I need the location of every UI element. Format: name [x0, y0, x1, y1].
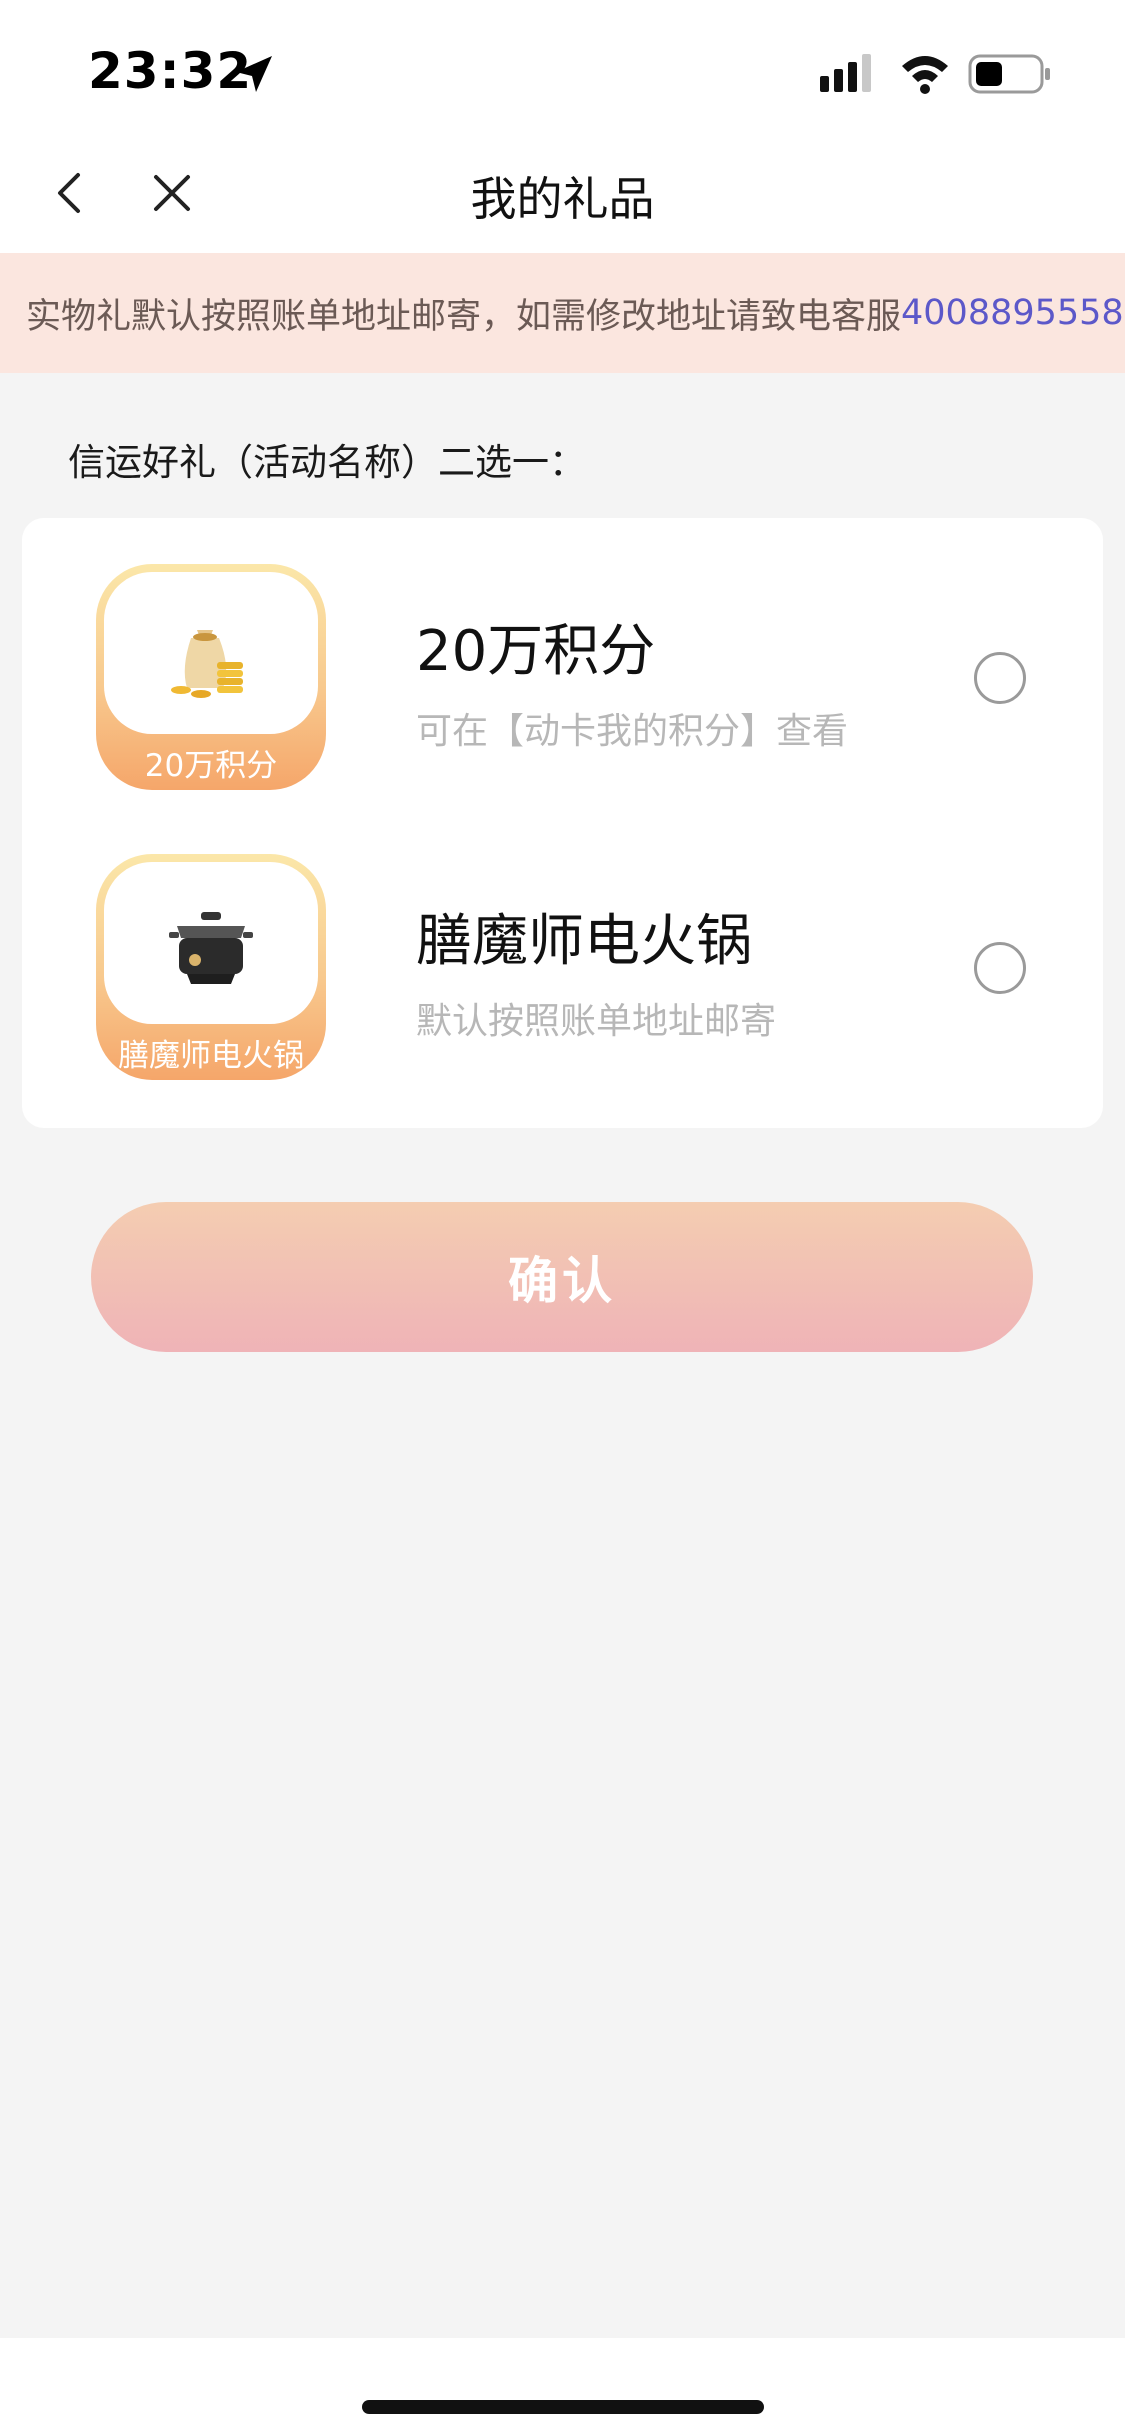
electric-hot-pot-icon: [169, 912, 253, 984]
home-indicator-area: [0, 2338, 1125, 2435]
cellular-signal-icon: [820, 54, 871, 92]
wifi-icon: [902, 56, 948, 94]
gift-options-card: 20万积分 20万积分 可在【动卡我的积分】查看 膳魔师电火锅 膳魔师电火锅 默…: [22, 518, 1103, 1128]
address-notice-banner: 实物礼默认按照账单地址邮寄，如需修改地址请致电客服 4008895558: [0, 253, 1125, 373]
gift-name: 膳魔师电火锅: [416, 909, 752, 974]
location-arrow-icon: [236, 56, 272, 92]
gift-thumbnail: 20万积分: [96, 564, 326, 790]
gift-option-hot-pot[interactable]: 膳魔师电火锅 膳魔师电火锅 默认按照账单地址邮寄: [22, 808, 1103, 1098]
gift-name: 20万积分: [416, 619, 656, 684]
status-bar: 23:32: [0, 0, 1125, 135]
confirm-button[interactable]: 确认: [91, 1202, 1033, 1352]
home-indicator[interactable]: [362, 2400, 764, 2414]
money-bag-coins-icon: [171, 630, 243, 698]
gift-description: 默认按照账单地址邮寄: [416, 1001, 777, 1042]
battery-icon: [968, 54, 1050, 94]
gift-option-points[interactable]: 20万积分 20万积分 可在【动卡我的积分】查看: [22, 518, 1103, 808]
thumbnail-label: 膳魔师电火锅: [118, 1038, 304, 1074]
service-phone-link[interactable]: 4008895558: [901, 293, 1124, 333]
section-title: 信运好礼（活动名称）二选一：: [68, 441, 586, 484]
status-time: 23:32: [88, 42, 253, 100]
gift-thumbnail: 膳魔师电火锅: [96, 854, 326, 1080]
page-title: 我的礼品: [470, 172, 655, 226]
gift-radio-button[interactable]: [974, 652, 1026, 704]
nav-bar: 我的礼品: [0, 135, 1125, 253]
notice-text: 实物礼默认按照账单地址邮寄，如需修改地址请致电客服: [26, 296, 902, 337]
thumbnail-label: 20万积分: [144, 748, 278, 784]
gift-description: 可在【动卡我的积分】查看: [416, 711, 849, 752]
gift-radio-button[interactable]: [974, 942, 1026, 994]
